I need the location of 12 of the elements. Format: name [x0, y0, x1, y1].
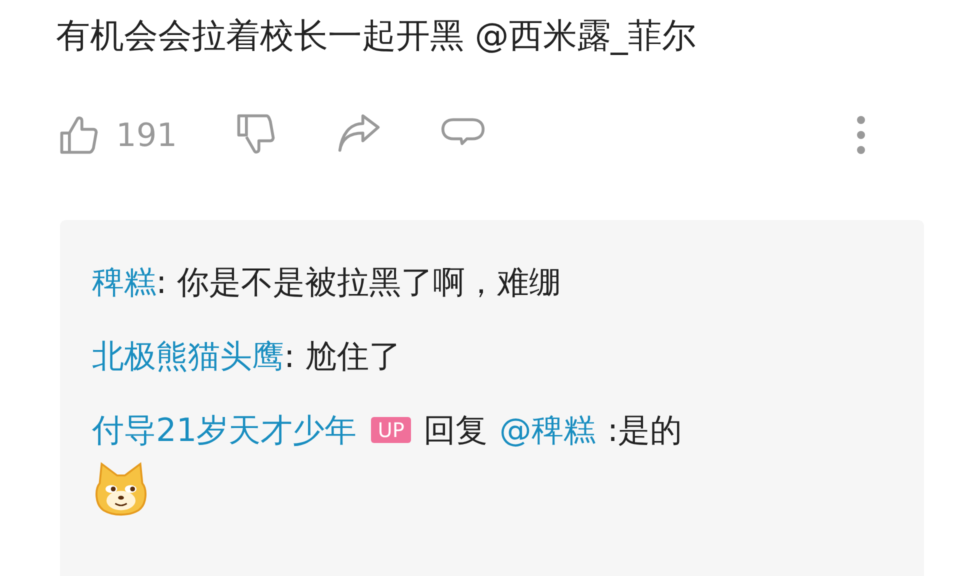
reply-text: : 你是不是被拉黑了啊，难绷: [156, 262, 561, 303]
up-badge: UP: [370, 417, 412, 443]
comment-text: 有机会会拉着校长一起开黑 @西米露_菲尔: [56, 15, 697, 58]
mention-link[interactable]: @稗糕: [499, 408, 596, 452]
reply-username[interactable]: 付导21岁天才少年: [92, 408, 357, 452]
more-options-icon[interactable]: [856, 115, 866, 155]
reply-username[interactable]: 北极熊猫头鹰: [92, 334, 284, 378]
reply-username[interactable]: 稗糕: [92, 260, 156, 304]
like-count: 191: [116, 116, 178, 154]
reply-label: 回复: [423, 410, 488, 451]
reply-text: : 尬住了: [284, 336, 401, 377]
reply-text: :是的: [607, 410, 682, 451]
